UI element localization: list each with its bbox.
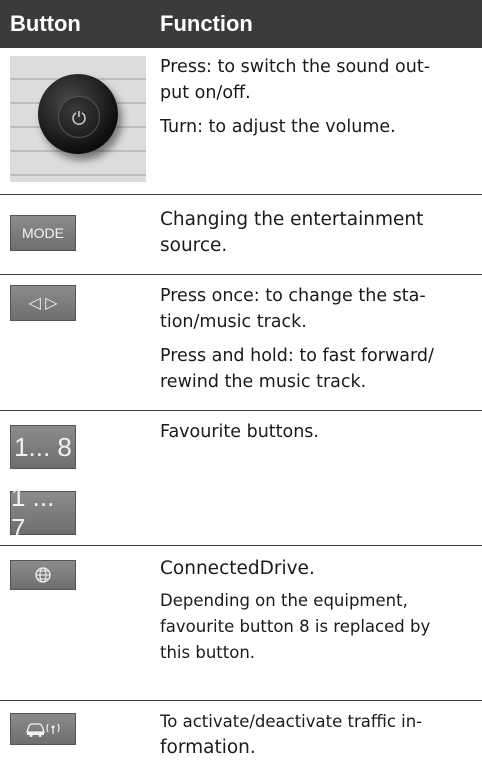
function-text: source. [160,235,228,256]
function-cell: To activate/deactivate traffic in- forma… [160,701,482,775]
button-cell: MODE [0,195,160,274]
globe-icon [10,560,76,590]
volume-knob-photo [10,56,146,182]
favourite-buttons-7-image: 1 ... 7 [10,482,76,543]
function-text: Favourite buttons. [160,422,319,442]
knob-outer [38,74,118,154]
table-row: MODE Changing the entertainment source. [0,195,482,275]
table-row: Press: to switch the sound out- put on/o… [0,48,482,195]
function-cell: Favourite buttons. [160,411,482,545]
table-row: ◁ ▷ Press once: to change the sta- tion/… [0,275,482,411]
button-cell [0,701,160,775]
table-row: ConnectedDrive. Depending on the equipme… [0,546,482,701]
button-cell: 1... 8 1 ... 7 [0,411,160,545]
function-text: ConnectedDrive. [160,558,315,579]
function-text: rewind the music track. [160,372,367,392]
table-row: To activate/deactivate traffic in- forma… [0,701,482,775]
power-icon [58,96,100,138]
table-row: 1... 8 1 ... 7 Favourite buttons. [0,411,482,546]
function-text: Depending on the equipment, [160,591,408,610]
function-text: put on/off. [160,83,251,103]
function-cell: Changing the entertainment source. [160,195,482,274]
favourite-buttons-8-image: 1... 8 [10,425,76,469]
function-text: this button. [160,643,256,662]
function-cell: ConnectedDrive. Depending on the equipme… [160,546,482,700]
button-cell [0,546,160,700]
function-text: Turn: to adjust the volume. [160,117,396,137]
header-function: Function [160,11,253,36]
header-button: Button [10,11,81,36]
function-text: Press and hold: to fast forward/ [160,346,434,366]
seek-buttons-image: ◁ ▷ [10,285,76,321]
button-cell: ◁ ▷ [0,275,160,410]
function-text: Changing the entertainment [160,209,424,230]
table-header: Button Function [0,0,482,48]
function-text: formation. [160,737,256,758]
function-text: tion/music track. [160,312,307,332]
function-text: Press once: to change the sta- [160,286,426,306]
function-cell: Press: to switch the sound out- put on/o… [160,48,482,194]
button-cell [0,48,160,194]
function-text: Press: to switch the sound out- [160,57,431,77]
function-text: To activate/deactivate traffic in- [160,712,423,731]
function-text: favourite button 8 is replaced by [160,617,431,636]
traffic-info-icon [10,713,76,745]
function-cell: Press once: to change the sta- tion/musi… [160,275,482,410]
button-function-table: Button Function Press: to switch the sou… [0,0,482,775]
mode-button-image: MODE [10,215,76,251]
